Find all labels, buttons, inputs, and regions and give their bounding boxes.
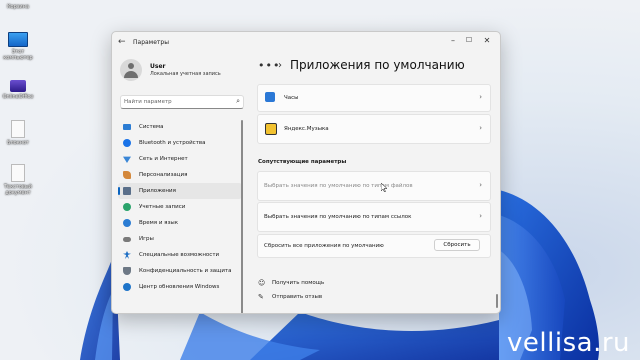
shield-icon bbox=[123, 267, 131, 275]
monitor-icon bbox=[123, 124, 131, 130]
sidebar-item-label: Bluetooth и устройства bbox=[139, 140, 206, 146]
brush-icon bbox=[123, 171, 131, 179]
person-icon bbox=[128, 63, 134, 69]
sidebar-item-label: Персонализация bbox=[139, 172, 188, 178]
help-link-label: Получить помощь bbox=[272, 280, 325, 286]
app-icon bbox=[10, 80, 26, 92]
sidebar-item-privacy[interactable]: Конфиденциальность и защита bbox=[118, 263, 242, 279]
sidebar-item-apps[interactable]: Приложения bbox=[118, 183, 242, 199]
yandex-music-app-icon bbox=[265, 123, 277, 135]
settings-window: ← Параметры – ☐ ✕ User Локальная учетная… bbox=[111, 31, 501, 314]
related-label: Выбрать значения по умолчанию по типам с… bbox=[264, 214, 412, 220]
bluetooth-icon bbox=[123, 139, 131, 147]
sidebar-item-label: Центр обновления Windows bbox=[139, 284, 220, 290]
search-icon[interactable]: ⌕ bbox=[236, 97, 240, 106]
feedback-icon: ✎ bbox=[258, 293, 264, 301]
clock-app-icon bbox=[265, 92, 275, 102]
app-row-yandex-music[interactable]: Яндекс.Музыка › bbox=[257, 114, 491, 144]
content-scrollbar[interactable] bbox=[496, 294, 498, 308]
wifi-icon bbox=[123, 156, 131, 163]
desktop-icon-text-document[interactable]: Текстовый документ bbox=[0, 164, 36, 196]
chevron-right-icon: › bbox=[479, 93, 482, 101]
sidebar-item-accessibility[interactable]: Специальные возможности bbox=[118, 247, 242, 263]
accessibility-icon bbox=[123, 251, 131, 259]
desktop-icon-app[interactable]: OnlineOffice bbox=[0, 80, 36, 100]
related-settings-title: Сопутствующие параметры bbox=[258, 159, 347, 165]
mouse-cursor-icon bbox=[381, 183, 387, 192]
help-icon: ☺ bbox=[258, 279, 266, 287]
app-row-clock[interactable]: Часы › bbox=[257, 84, 491, 112]
desktop-icon-label: Текстовый документ bbox=[3, 184, 32, 196]
title-bar[interactable]: ← Параметры – ☐ ✕ bbox=[112, 32, 500, 54]
minimize-button[interactable]: – bbox=[446, 36, 460, 45]
apps-icon bbox=[123, 187, 131, 195]
sidebar-item-gaming[interactable]: Игры bbox=[118, 231, 242, 247]
computer-icon bbox=[8, 32, 28, 47]
page-title: Приложения по умолчанию bbox=[290, 58, 465, 72]
window-title: Параметры bbox=[133, 39, 169, 46]
sidebar-item-system[interactable]: Система bbox=[118, 119, 242, 135]
watermark: vellisa.ru bbox=[507, 328, 630, 358]
desktop-icon-label: Этот компьютер bbox=[3, 49, 33, 61]
reset-label: Сбросить все приложения по умолчанию bbox=[264, 243, 384, 249]
person-icon bbox=[123, 203, 131, 211]
desktop-icon-label: Корзина bbox=[6, 4, 30, 10]
sidebar-item-accounts[interactable]: Учетные записи bbox=[118, 199, 242, 215]
related-file-types[interactable]: Выбрать значения по умолчанию по типам ф… bbox=[257, 171, 491, 201]
back-arrow-icon[interactable]: ← bbox=[118, 37, 126, 47]
chevron-right-icon: › bbox=[479, 124, 482, 132]
maximize-button[interactable]: ☐ bbox=[462, 36, 476, 44]
account-type: Локальная учетная запись bbox=[150, 71, 221, 77]
sidebar-item-label: Игры bbox=[139, 236, 154, 242]
avatar bbox=[120, 59, 142, 81]
sidebar-item-label: Приложения bbox=[139, 188, 176, 194]
sidebar-item-label: Время и язык bbox=[139, 220, 179, 226]
gamepad-icon bbox=[123, 237, 131, 242]
sidebar-item-windows-update[interactable]: Центр обновления Windows bbox=[118, 279, 242, 295]
chevron-right-icon: › bbox=[278, 60, 282, 71]
chevron-right-icon: › bbox=[479, 181, 482, 189]
sidebar-item-personalization[interactable]: Персонализация bbox=[118, 167, 242, 183]
close-button[interactable]: ✕ bbox=[480, 36, 494, 45]
sidebar-item-label: Специальные возможности bbox=[139, 252, 220, 258]
sidebar-scrollbar[interactable] bbox=[241, 120, 243, 313]
reset-button[interactable]: Сбросить bbox=[434, 239, 480, 251]
document-icon bbox=[11, 120, 25, 138]
desktop-icon-computer[interactable]: Этот компьютер bbox=[0, 32, 36, 61]
feedback-link-label: Отправить отзыв bbox=[272, 294, 323, 300]
sidebar-item-label: Сеть и Интернет bbox=[139, 156, 188, 162]
globe-clock-icon bbox=[123, 219, 131, 227]
sidebar-item-label: Учетные записи bbox=[139, 204, 186, 210]
related-label: Выбрать значения по умолчанию по типам ф… bbox=[264, 183, 413, 189]
sidebar-item-bluetooth[interactable]: Bluetooth и устройства bbox=[118, 135, 242, 151]
sidebar-item-label: Конфиденциальность и защита bbox=[139, 268, 232, 274]
desktop-icon-notepad[interactable]: Блокнот bbox=[0, 120, 36, 146]
desktop-icon-label: Блокнот bbox=[7, 140, 29, 146]
update-icon bbox=[123, 283, 131, 291]
sidebar-nav: Система Bluetooth и устройства Сеть и Ин… bbox=[118, 119, 242, 295]
desktop-icon-recycle-bin[interactable]: Корзина bbox=[0, 2, 36, 10]
app-name: Яндекс.Музыка bbox=[284, 126, 329, 132]
user-name: User bbox=[150, 63, 166, 70]
search-input[interactable] bbox=[124, 97, 224, 106]
desktop-icon-label: OnlineOffice bbox=[2, 94, 34, 100]
document-icon bbox=[11, 164, 25, 182]
reset-defaults-row: Сбросить все приложения по умолчанию Сбр… bbox=[257, 234, 491, 258]
related-link-types[interactable]: Выбрать значения по умолчанию по типам с… bbox=[257, 202, 491, 232]
sidebar-item-time-language[interactable]: Время и язык bbox=[118, 215, 242, 231]
search-box[interactable]: ⌕ bbox=[120, 95, 244, 109]
app-name: Часы bbox=[284, 95, 299, 101]
sidebar-item-network[interactable]: Сеть и Интернет bbox=[118, 151, 242, 167]
sidebar-item-label: Система bbox=[139, 124, 164, 130]
chevron-right-icon: › bbox=[479, 212, 482, 220]
